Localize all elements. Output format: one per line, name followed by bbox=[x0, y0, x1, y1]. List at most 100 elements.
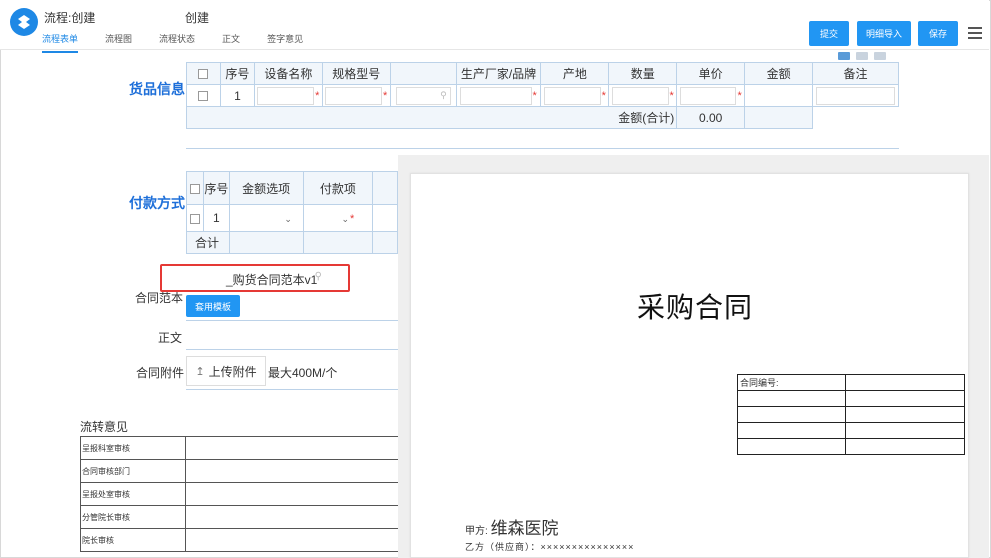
divider bbox=[186, 148, 899, 149]
meta-cell bbox=[737, 390, 846, 407]
upload-attachment-button[interactable]: ↥ 上传附件 bbox=[186, 356, 266, 386]
col-spec: 规格型号 bbox=[321, 62, 391, 85]
tab-sign-opinion[interactable]: 签字意见 bbox=[267, 32, 303, 53]
amount-option-select[interactable]: ⌄ bbox=[228, 204, 304, 232]
goods-header-row: 序号 设备名称 规格型号 生产厂家/品牌 产地 数量 单价 金额 备注 bbox=[186, 62, 899, 85]
payment-row-checkbox[interactable] bbox=[186, 204, 204, 232]
payment-item-select[interactable]: ⌄* bbox=[302, 204, 374, 232]
flow-opinion-table: 呈报科室审核 合同审核部门 呈报处室审核 分管院长审核 院长审核 bbox=[80, 436, 400, 552]
meta-cell bbox=[737, 438, 846, 455]
flow-opinion-cell[interactable] bbox=[185, 482, 400, 506]
col-device-name: 设备名称 bbox=[253, 62, 323, 85]
tab-flow-form[interactable]: 流程表单 bbox=[42, 32, 79, 53]
spec-input[interactable]: * bbox=[321, 84, 391, 107]
goods-total-label: 金额(合计) bbox=[185, 106, 678, 129]
detail-import-button[interactable]: 明细导入 bbox=[857, 21, 911, 46]
divider bbox=[186, 320, 398, 321]
tab-body-text[interactable]: 正文 bbox=[222, 32, 240, 53]
upload-icon: ↥ bbox=[195, 365, 205, 378]
col-origin: 产地 bbox=[540, 62, 610, 85]
tab-flow-chart[interactable]: 流程图 bbox=[105, 32, 132, 53]
flow-opinion-cell[interactable] bbox=[185, 436, 400, 460]
menu-icon[interactable] bbox=[968, 27, 982, 39]
table-row: 1 ⌄ ⌄* bbox=[186, 204, 398, 232]
chevron-down-icon: ⌄ bbox=[341, 214, 350, 224]
use-template-button[interactable]: 套用模板 bbox=[186, 295, 240, 317]
payment-total-label: 合计 bbox=[186, 231, 230, 254]
flow-opinion-cell[interactable] bbox=[185, 505, 400, 529]
meta-cell bbox=[845, 374, 965, 391]
highlight-box bbox=[160, 264, 350, 292]
table-row: 呈报科室审核 bbox=[80, 436, 400, 460]
payment-section-label: 付款方式 bbox=[129, 195, 185, 211]
flow-opinion-title: 流转意见 bbox=[80, 420, 129, 434]
flow-title: 流程:创建 bbox=[44, 11, 96, 25]
divider bbox=[186, 389, 398, 390]
chevron-down-icon: ⌄ bbox=[284, 214, 292, 224]
col-index: 序号 bbox=[219, 62, 255, 85]
payment-total-blank bbox=[228, 231, 304, 254]
party-a-line: 甲方: 维森医院 bbox=[465, 514, 559, 539]
goods-section-label: 货品信息 bbox=[129, 81, 185, 97]
save-button[interactable]: 保存 bbox=[918, 21, 958, 46]
contract-number-label: 合同编号: bbox=[737, 374, 846, 391]
col-unit-price: 单价 bbox=[676, 62, 746, 85]
meta-cell bbox=[845, 390, 965, 407]
payment-col-amount-option: 金额选项 bbox=[228, 171, 304, 205]
row-checkbox[interactable] bbox=[186, 84, 221, 107]
goods-total-blank bbox=[744, 106, 814, 129]
document-page: 采购合同 合同编号: 甲方: 维森医院 乙方（供应商）：××××××××××××… bbox=[410, 173, 969, 558]
payment-table: 序号 金额选项 付款项 1 ⌄ ⌄* 合计 bbox=[186, 171, 398, 254]
payment-extra-cell bbox=[372, 204, 398, 232]
flow-mode-label: 创建 bbox=[185, 11, 210, 25]
table-row: 1 * * ⚲ * * * * bbox=[186, 84, 899, 107]
flow-step-label: 呈报处室审核 bbox=[80, 482, 186, 506]
select-all-checkbox[interactable] bbox=[186, 62, 221, 85]
quantity-input[interactable]: * bbox=[608, 84, 678, 107]
copy-row-icon[interactable] bbox=[856, 52, 868, 60]
payment-col-item: 付款项 bbox=[302, 171, 374, 205]
search-icon: ⚲ bbox=[440, 89, 447, 100]
submit-button[interactable]: 提交 bbox=[809, 21, 849, 46]
attachment-label: 合同附件 bbox=[136, 366, 185, 380]
upload-size-hint: 最大400M/个 bbox=[268, 366, 338, 380]
meta-cell bbox=[737, 406, 846, 423]
table-row: 合同审核部门 bbox=[80, 459, 400, 483]
origin-input[interactable]: * bbox=[540, 84, 610, 107]
col-blank bbox=[389, 62, 457, 85]
goods-total-value: 0.00 bbox=[676, 106, 746, 129]
flow-opinion-cell[interactable] bbox=[185, 459, 400, 483]
row-index: 1 bbox=[219, 84, 255, 107]
payment-total-blank bbox=[302, 231, 374, 254]
contract-meta-table: 合同编号: bbox=[737, 374, 965, 455]
divider bbox=[186, 349, 398, 350]
device-name-input[interactable]: * bbox=[253, 84, 323, 107]
table-toolbar bbox=[838, 52, 886, 60]
unit-price-input[interactable]: * bbox=[676, 84, 746, 107]
delete-row-icon[interactable] bbox=[874, 52, 886, 60]
table-row: 呈报处室审核 bbox=[80, 482, 400, 506]
payment-total-row: 合计 bbox=[186, 231, 398, 254]
flow-step-label: 院长审核 bbox=[80, 528, 186, 552]
meta-cell bbox=[845, 422, 965, 439]
flow-opinion-cell[interactable] bbox=[185, 528, 400, 552]
add-row-icon[interactable] bbox=[838, 52, 850, 60]
party-a-name: 维森医院 bbox=[490, 519, 559, 539]
col-manufacturer: 生产厂家/品牌 bbox=[455, 62, 542, 85]
tab-bar: 流程表单 流程图 流程状态 正文 签字意见 bbox=[42, 32, 330, 53]
manufacturer-input[interactable]: * bbox=[455, 84, 542, 107]
col-amount: 金额 bbox=[744, 62, 814, 85]
payment-select-all-checkbox[interactable] bbox=[186, 171, 204, 205]
flow-step-label: 合同审核部门 bbox=[80, 459, 186, 483]
meta-cell bbox=[845, 438, 965, 455]
tab-flow-status[interactable]: 流程状态 bbox=[159, 32, 195, 53]
body-text-label: 正文 bbox=[158, 331, 183, 345]
goods-search-input[interactable]: ⚲ bbox=[389, 84, 457, 107]
flow-step-label: 呈报科室审核 bbox=[80, 436, 186, 460]
remark-input[interactable] bbox=[812, 84, 899, 107]
col-remark: 备注 bbox=[812, 62, 899, 85]
party-b-line: 乙方（供应商）：××××××××××××××× bbox=[465, 542, 635, 552]
upload-button-label: 上传附件 bbox=[208, 364, 257, 379]
payment-header-row: 序号 金额选项 付款项 bbox=[186, 171, 398, 205]
meta-cell bbox=[737, 422, 846, 439]
